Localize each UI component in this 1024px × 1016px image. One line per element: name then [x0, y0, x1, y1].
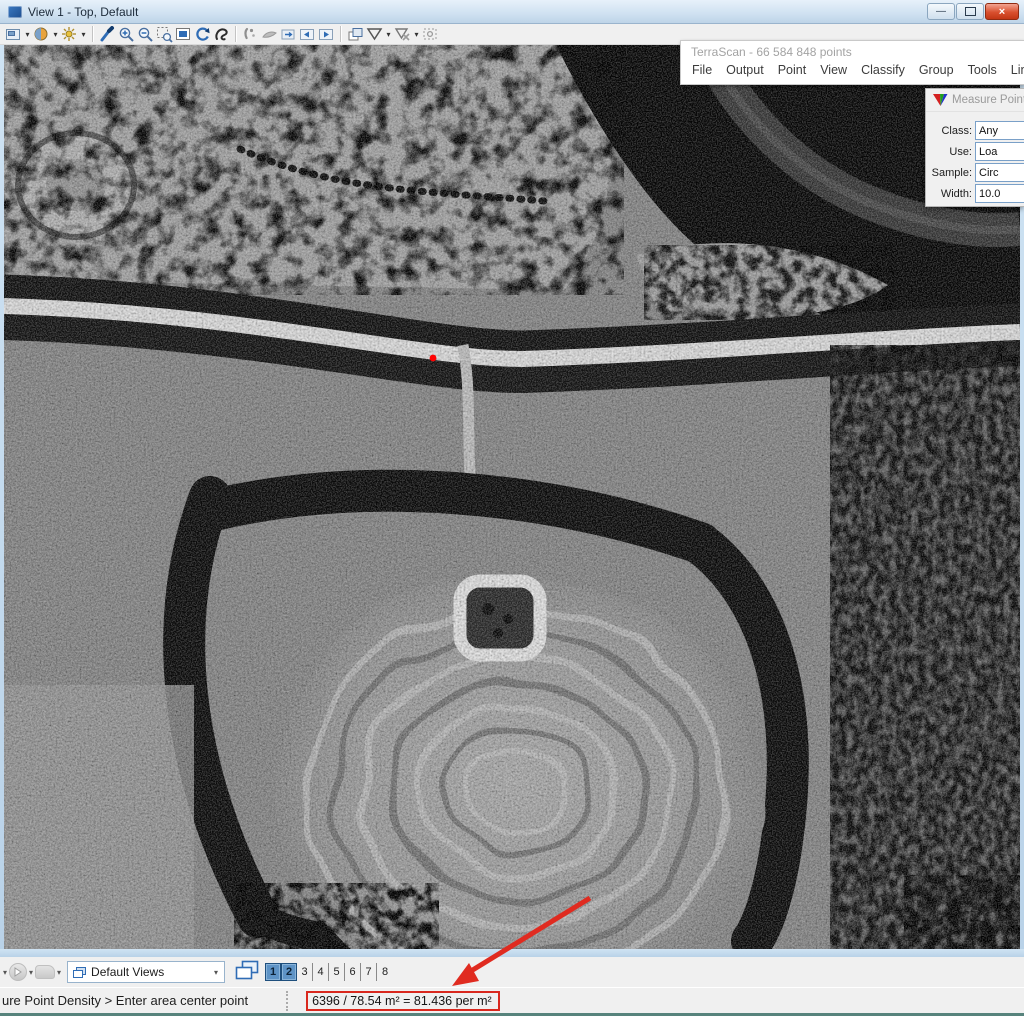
apply-view-caret[interactable]: ▾	[27, 968, 35, 977]
update-view-icon[interactable]	[98, 25, 117, 43]
adjust-view-caret[interactable]: ▾	[79, 30, 88, 39]
width-label: Width:	[926, 188, 975, 200]
copy-view-icon[interactable]	[346, 25, 365, 43]
zoom-out-icon[interactable]	[136, 25, 155, 43]
display-style-icon[interactable]	[32, 25, 51, 43]
view-toggles-icon[interactable]	[235, 960, 259, 985]
view-4-toggle[interactable]: 4	[313, 963, 329, 981]
apply-view-button[interactable]	[9, 963, 27, 981]
view-group-combobox[interactable]: Default Views ▾	[67, 961, 225, 983]
menu-classify[interactable]: Classify	[854, 61, 912, 79]
fly-icon[interactable]	[260, 25, 279, 43]
maximize-icon	[965, 7, 976, 16]
zoom-in-icon[interactable]	[117, 25, 136, 43]
width-field[interactable]: 10.0	[975, 184, 1024, 203]
sample-label: Sample:	[926, 167, 975, 179]
lidar-intensity-scene	[4, 45, 1020, 949]
toolbar-separator	[235, 26, 237, 42]
view-1-toggle[interactable]: 1	[265, 963, 281, 981]
window-area-icon[interactable]	[155, 25, 174, 43]
density-sample-marker	[430, 355, 437, 362]
status-separator	[286, 991, 288, 1011]
section-clip-icon[interactable]	[421, 25, 440, 43]
hidden-tool-caret[interactable]: ▾	[1, 968, 9, 977]
toolbar-separator	[92, 26, 94, 42]
view-5-toggle[interactable]: 5	[329, 963, 345, 981]
dialog-titlebar[interactable]: Measure Point D	[926, 89, 1024, 112]
sample-select[interactable]: Circ	[975, 163, 1024, 182]
lidar-top-view[interactable]	[4, 45, 1020, 949]
maximize-button[interactable]	[956, 3, 984, 20]
menu-point[interactable]: Point	[771, 61, 814, 79]
view-previous-icon[interactable]	[298, 25, 317, 43]
point-density-result: 6396 / 78.54 m² = 81.436 per m²	[312, 994, 492, 1008]
clip-mask-icon[interactable]	[393, 25, 412, 43]
menu-file[interactable]: File	[685, 61, 719, 79]
display-style-caret[interactable]: ▾	[51, 30, 60, 39]
fit-view-icon[interactable]	[174, 25, 193, 43]
dialog-title: Measure Point D	[952, 94, 1024, 106]
view-attributes-icon[interactable]	[4, 25, 23, 43]
view-group-caret[interactable]: ▾	[55, 968, 63, 977]
clip-volume-caret[interactable]: ▾	[384, 30, 393, 39]
use-select[interactable]: Loa	[975, 142, 1024, 161]
class-label: Class:	[926, 125, 975, 137]
adjust-view-brightness-icon[interactable]	[60, 25, 79, 43]
pan-view-icon[interactable]	[212, 25, 231, 43]
rotate-view-icon[interactable]	[193, 25, 212, 43]
terrascan-title: TerraScan - 66 584 848 points	[681, 41, 1024, 61]
minimize-button[interactable]: —	[927, 3, 955, 20]
terrascan-window[interactable]: TerraScan - 66 584 848 points File Outpu…	[680, 40, 1024, 85]
measure-point-density-dialog[interactable]: Measure Point D Class: Any Use: Loa Samp…	[925, 88, 1024, 207]
view-3-toggle[interactable]: 3	[297, 963, 313, 981]
view-groups-toolbar: ▾ ▾ ▾ Default Views ▾ 1 2 3 4 5 6 7 8	[0, 957, 1024, 987]
view-group-selected: Default Views	[91, 965, 208, 979]
class-select[interactable]: Any	[975, 121, 1024, 140]
tool-prompt: ure Point Density > Enter area center po…	[0, 993, 248, 1008]
terrascan-logo-icon	[931, 91, 949, 109]
status-bar: ure Point Density > Enter area center po…	[0, 987, 1024, 1013]
close-button[interactable]: ×	[985, 3, 1019, 20]
window-title: View 1 - Top, Default	[28, 5, 138, 19]
view-window-bottom-border	[0, 949, 1024, 957]
view-number-buttons: 1 2 3 4 5 6 7 8	[265, 962, 393, 982]
window-icon	[8, 6, 22, 18]
toolbar-separator	[340, 26, 342, 42]
view-8-toggle[interactable]: 8	[377, 963, 393, 981]
clip-volume-icon[interactable]	[365, 25, 384, 43]
menu-line[interactable]: Line	[1004, 61, 1024, 79]
menu-output[interactable]: Output	[719, 61, 771, 79]
view-group-combo-caret: ▾	[212, 968, 220, 977]
view-group-icon	[72, 966, 87, 979]
measurement-highlight-box: 6396 / 78.54 m² = 81.436 per m²	[306, 991, 500, 1011]
menu-tools[interactable]: Tools	[961, 61, 1004, 79]
view-7-toggle[interactable]: 7	[361, 963, 377, 981]
window-titlebar[interactable]: View 1 - Top, Default — ×	[0, 0, 1024, 24]
terrascan-menubar: File Output Point View Classify Group To…	[681, 61, 1024, 79]
use-label: Use:	[926, 146, 975, 158]
view-group-tool-button[interactable]	[35, 965, 55, 979]
clip-mask-caret[interactable]: ▾	[412, 30, 421, 39]
view-next-icon[interactable]	[317, 25, 336, 43]
menu-view[interactable]: View	[813, 61, 854, 79]
walk-icon[interactable]	[241, 25, 260, 43]
change-view-perspective-icon[interactable]	[279, 25, 298, 43]
view-attributes-caret[interactable]: ▾	[23, 30, 32, 39]
view-2-toggle[interactable]: 2	[281, 963, 297, 981]
view-6-toggle[interactable]: 6	[345, 963, 361, 981]
menu-group[interactable]: Group	[912, 61, 961, 79]
